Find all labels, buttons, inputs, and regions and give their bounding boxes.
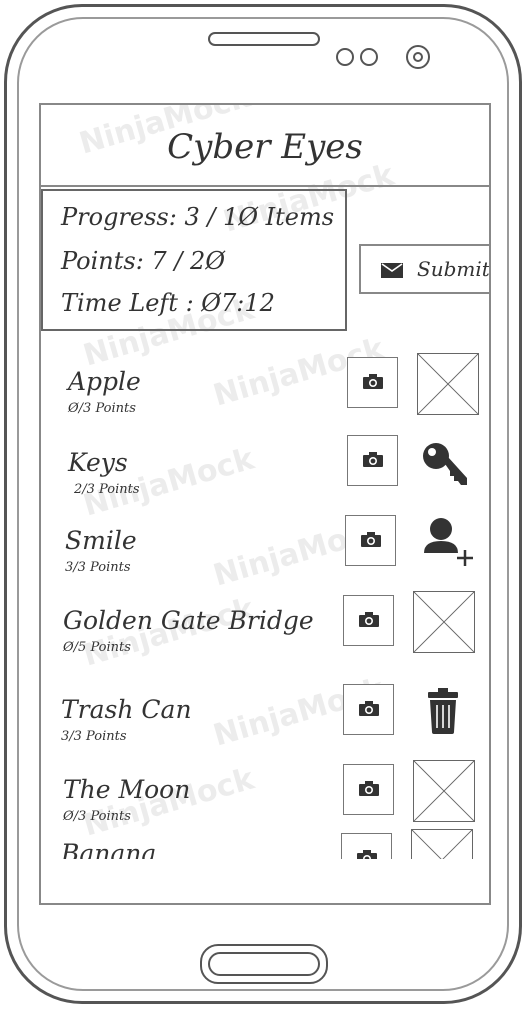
item-name: Golden Gate Bridge bbox=[63, 606, 314, 635]
list-item: Trash Can 3/3 Points bbox=[41, 695, 489, 765]
sensor-icon bbox=[360, 48, 378, 66]
time-left-text: Time Left : Ø7:12 bbox=[61, 289, 275, 317]
capture-photo-button[interactable] bbox=[343, 764, 394, 815]
points-text: Points: 7 / 2Ø bbox=[61, 247, 225, 275]
trash-icon bbox=[428, 688, 458, 734]
capture-photo-button[interactable] bbox=[343, 684, 394, 735]
camera-icon bbox=[363, 452, 383, 467]
item-points: 2/3 Points bbox=[74, 482, 140, 497]
home-button[interactable] bbox=[200, 944, 328, 984]
item-points: Ø/3 Points bbox=[68, 401, 136, 416]
submit-label: Submit bbox=[417, 257, 490, 281]
item-points: 3/3 Points bbox=[65, 560, 131, 575]
item-points: 3/3 Points bbox=[61, 729, 127, 744]
capture-photo-button[interactable] bbox=[347, 357, 398, 408]
capture-photo-button[interactable] bbox=[347, 435, 398, 486]
stats-panel: Progress: 3 / 1Ø Items Points: 7 / 2Ø Ti… bbox=[41, 189, 347, 331]
add-user-icon bbox=[424, 518, 473, 566]
image-placeholder bbox=[413, 760, 475, 822]
capture-photo-button[interactable] bbox=[343, 595, 394, 646]
camera-icon bbox=[359, 781, 379, 796]
sensor-icon bbox=[336, 48, 354, 66]
camera-icon bbox=[361, 532, 381, 547]
progress-text: Progress: 3 / 1Ø Items bbox=[61, 203, 335, 231]
app-title: Cyber Eyes bbox=[167, 127, 363, 167]
app-screen: NinjaMock NinjaMock NinjaMock NinjaMock … bbox=[39, 103, 491, 905]
item-name: The Moon bbox=[63, 775, 191, 804]
key-icon bbox=[423, 443, 467, 485]
front-camera-icon bbox=[406, 45, 430, 69]
image-placeholder bbox=[417, 353, 479, 415]
item-name: Keys bbox=[68, 448, 128, 477]
capture-photo-button[interactable] bbox=[345, 515, 396, 566]
envelope-icon bbox=[381, 263, 403, 278]
item-name: Smile bbox=[65, 526, 137, 555]
app-header: Cyber Eyes bbox=[41, 105, 489, 187]
list-clip bbox=[41, 859, 489, 903]
camera-icon bbox=[363, 374, 383, 389]
item-points: Ø/3 Points bbox=[63, 809, 131, 824]
item-points: Ø/5 Points bbox=[63, 640, 131, 655]
item-name: Trash Can bbox=[61, 695, 192, 724]
image-placeholder bbox=[413, 591, 475, 653]
camera-icon bbox=[359, 612, 379, 627]
submit-button[interactable]: Submit bbox=[359, 244, 490, 294]
earpiece-speaker bbox=[208, 32, 320, 46]
item-name: Apple bbox=[68, 367, 141, 396]
camera-icon bbox=[359, 701, 379, 716]
